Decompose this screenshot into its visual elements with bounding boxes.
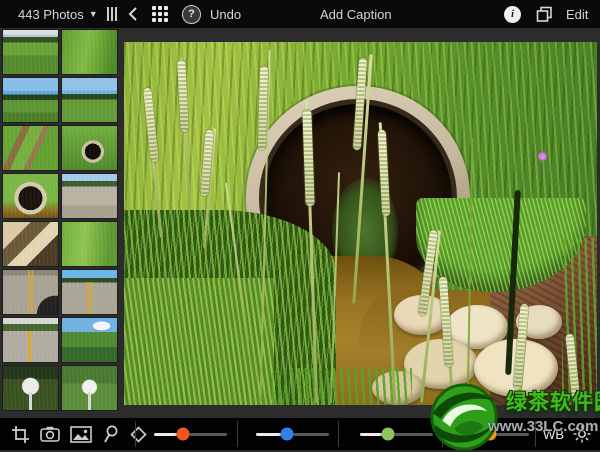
loupe-icon[interactable] xyxy=(102,425,119,443)
grid-icon[interactable] xyxy=(151,0,169,28)
thumbnail-tall-grass[interactable] xyxy=(62,222,117,266)
adjustment-slider-1 xyxy=(136,418,237,450)
thumbnail-grass-field-with-sky[interactable] xyxy=(3,30,58,74)
thumbnail-field-treeline-blue-sky-2[interactable] xyxy=(62,78,117,122)
slider-track[interactable] xyxy=(360,433,433,436)
slider-handle[interactable] xyxy=(381,428,394,441)
editor-canvas-area xyxy=(122,28,600,418)
foreground-grass-left-bright xyxy=(124,278,274,405)
thumbnail-rocks-and-water[interactable] xyxy=(3,222,58,266)
photos-dropdown[interactable]: 443 Photos ▼ xyxy=(18,0,98,28)
thumbnail-field-with-dirt-path[interactable] xyxy=(3,126,58,170)
tool-icons-group xyxy=(0,425,135,444)
purple-flower xyxy=(538,152,547,161)
thumbnail-road-yellow-line-sky[interactable] xyxy=(62,270,117,314)
thumbnail-road-yellow-line-pale-sky[interactable] xyxy=(3,318,58,362)
thumbnail-field-treeline-blue-sky[interactable] xyxy=(3,78,58,122)
duplicate-icon[interactable] xyxy=(536,0,553,28)
thumbnail-white-dish-green-field[interactable] xyxy=(62,366,117,410)
watermark-title: 绿茶软件园 xyxy=(506,386,600,416)
thumbnail-green-grass-field[interactable] xyxy=(62,30,117,74)
watermark-url: www.33LC.com xyxy=(488,418,598,435)
edit-button[interactable]: Edit xyxy=(566,0,588,28)
adjustment-slider-2 xyxy=(238,418,338,450)
photo-icon[interactable] xyxy=(70,426,92,443)
thumbnail-gravel-road[interactable] xyxy=(62,174,117,218)
back-chevron-icon[interactable] xyxy=(127,0,139,28)
thumbnail-white-dish-dark-field[interactable] xyxy=(3,366,58,410)
thumbnail-culvert-in-field[interactable] xyxy=(62,126,117,170)
watermark: 绿茶软件园 www.33LC.com xyxy=(428,380,600,450)
camera-icon[interactable] xyxy=(40,426,60,442)
thumbnail-bushes-and-clouds[interactable] xyxy=(62,318,117,362)
thumbnail-columns-icon[interactable] xyxy=(107,0,117,28)
photos-count-label: 443 Photos xyxy=(18,7,84,22)
thumbnail-culvert-closeup[interactable] xyxy=(3,174,58,218)
add-caption-button[interactable]: Add Caption xyxy=(320,0,392,28)
thumbnail-sidebar xyxy=(0,28,122,418)
chevron-down-icon: ▼ xyxy=(89,9,98,19)
photo-canvas[interactable] xyxy=(124,42,597,405)
slider-track[interactable] xyxy=(256,433,329,436)
adjustment-slider-3 xyxy=(339,418,442,450)
slider-handle[interactable] xyxy=(281,428,294,441)
thumbnail-road-yellow-line-shadow[interactable] xyxy=(3,270,58,314)
slider-handle[interactable] xyxy=(177,428,190,441)
crop-icon[interactable] xyxy=(11,425,30,444)
undo-button[interactable]: Undo xyxy=(210,0,241,28)
slider-track[interactable] xyxy=(154,433,227,436)
thumbnail-grid xyxy=(0,28,122,410)
info-icon[interactable]: i xyxy=(504,0,521,28)
help-icon[interactable]: ? xyxy=(182,0,201,28)
green-tea-logo-icon xyxy=(428,382,500,452)
top-toolbar: 443 Photos ▼ ? Undo Add Caption i Edit xyxy=(0,0,600,28)
